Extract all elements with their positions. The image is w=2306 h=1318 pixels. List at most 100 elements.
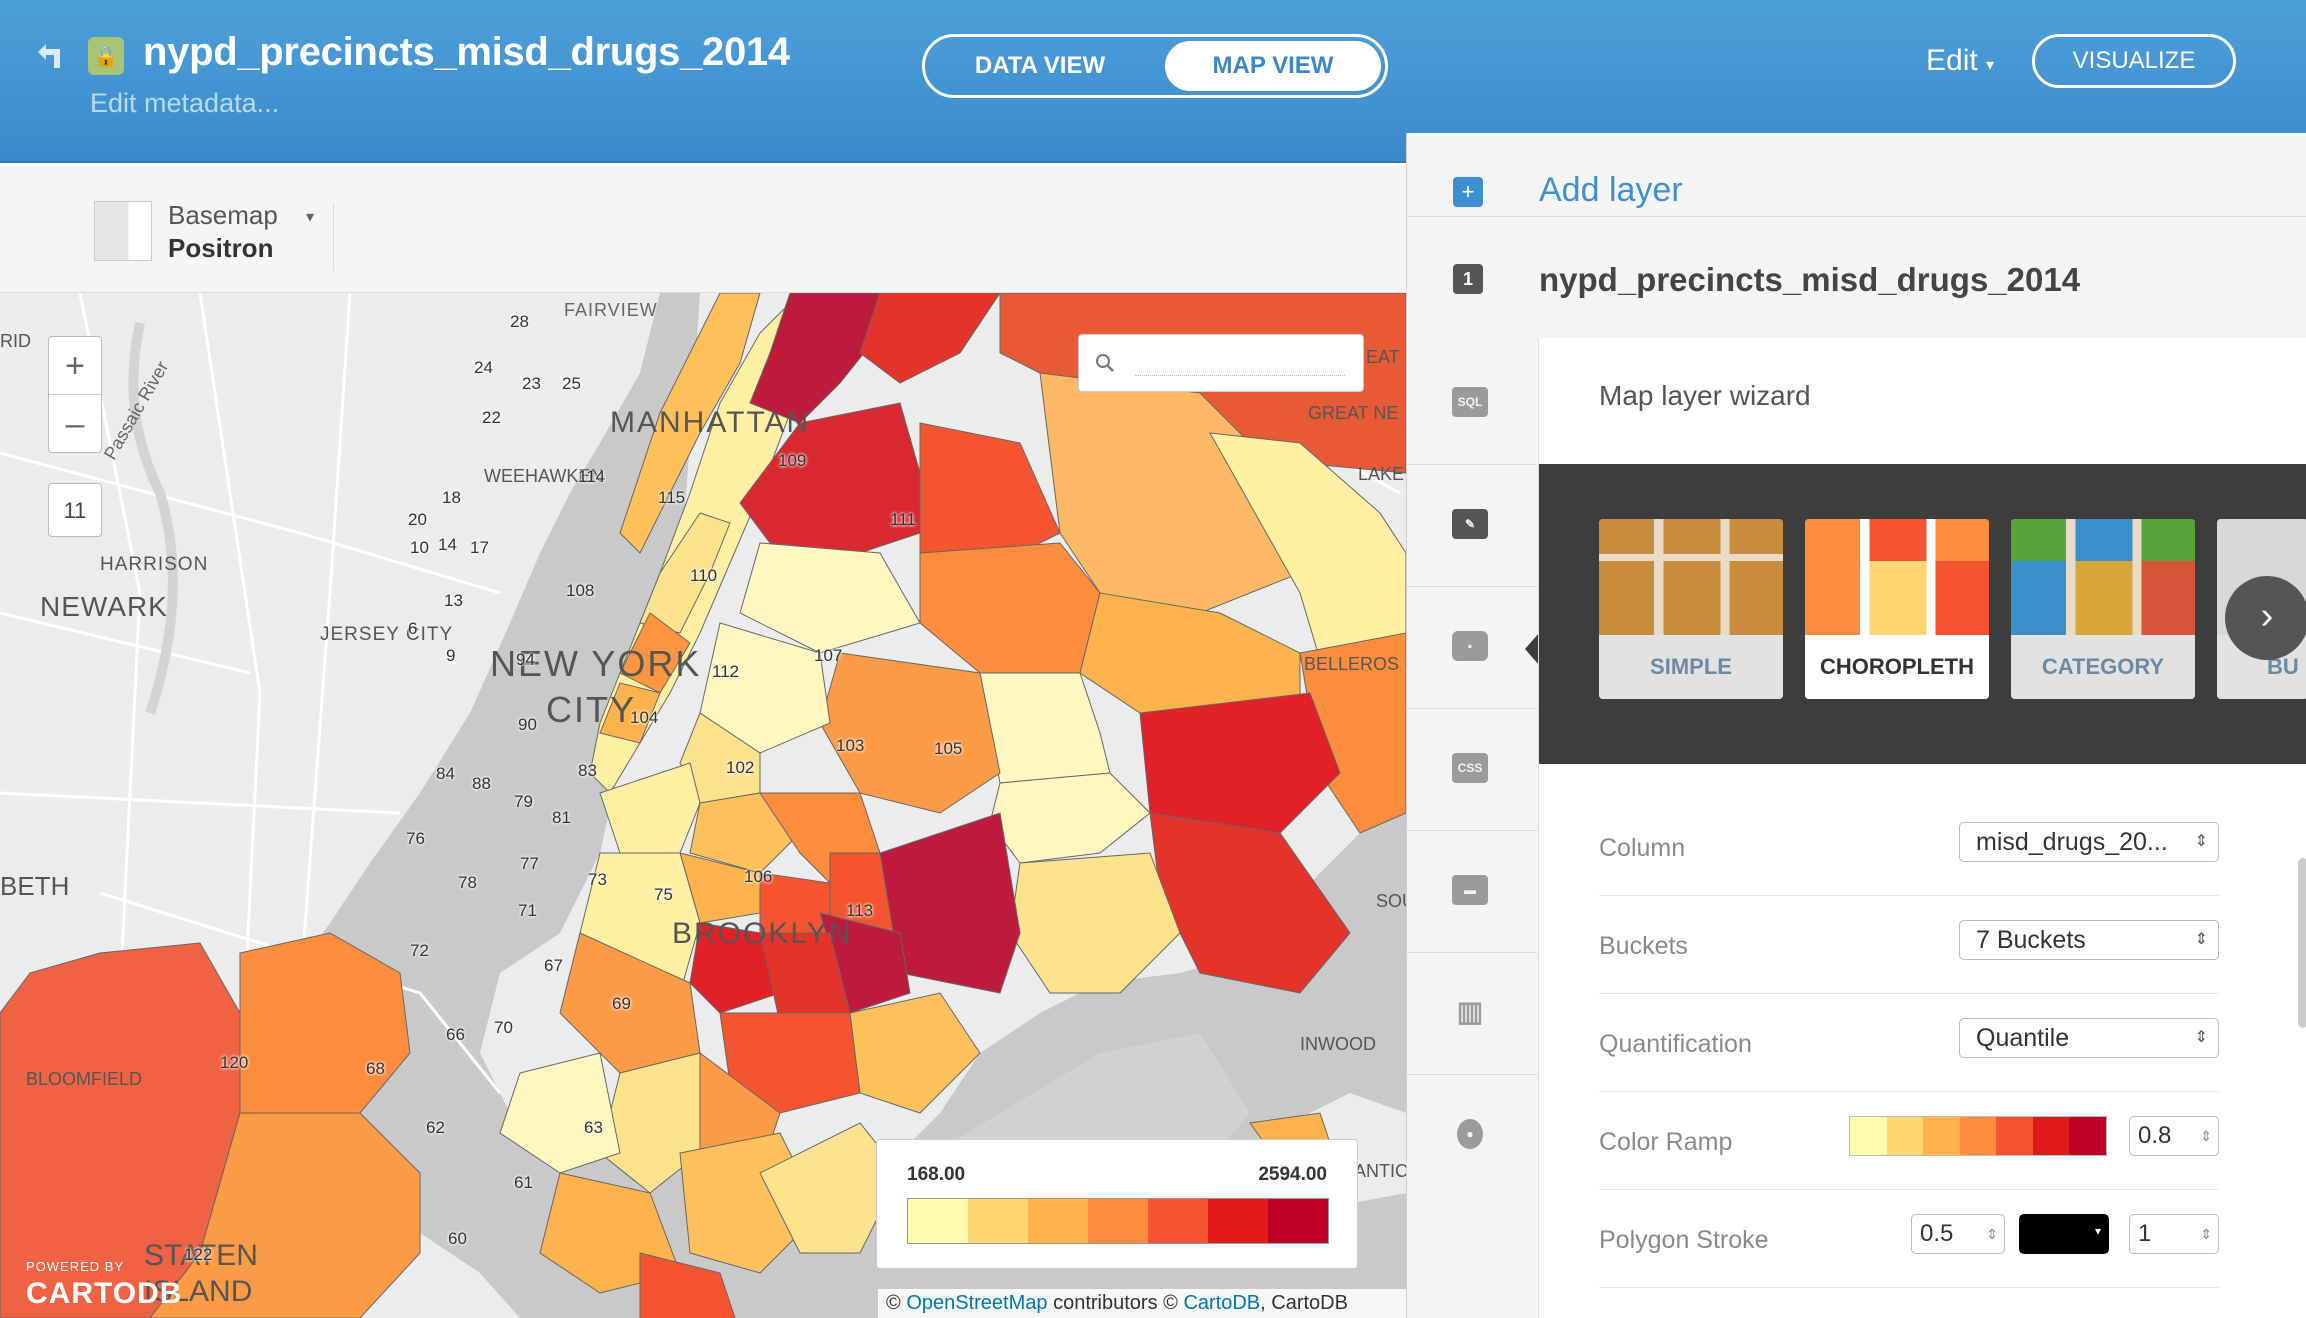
color-swatch xyxy=(1959,1117,1997,1155)
precinct-label: 20 xyxy=(408,510,427,529)
precinct-label: 109 xyxy=(778,451,807,471)
edit-metadata-link[interactable]: Edit metadata... xyxy=(90,88,279,119)
wizard-type-simple[interactable]: SIMPLE xyxy=(1599,519,1783,699)
ramp-opacity-input[interactable]: 0.8 xyxy=(2129,1116,2219,1156)
tool-rail: SQL ✎ ▪ CSS ▬ ▥ ● xyxy=(1407,343,1537,1318)
precinct-label: 76 xyxy=(406,829,425,849)
map-layer-wizard: Map layer wizard SIMPLE CHOROPLETH CATEG… xyxy=(1538,338,2306,1318)
search-icon xyxy=(1096,354,1114,372)
color-ramp-picker[interactable] xyxy=(1849,1116,2107,1156)
attribution-copy: © xyxy=(886,1292,901,1314)
place-label: INWOOD xyxy=(1300,1034,1376,1054)
active-tab-pointer xyxy=(1525,633,1539,665)
edit-menu[interactable]: Edit ▾ xyxy=(1926,44,1994,78)
filters-tab[interactable]: ▥ xyxy=(1407,953,1537,1075)
column-select[interactable]: misd_drugs_20... xyxy=(1959,822,2219,862)
precinct-label: 28 xyxy=(510,311,529,331)
stroke-opacity-input[interactable]: 1 xyxy=(2129,1214,2219,1254)
buckets-select[interactable]: 7 Buckets xyxy=(1959,920,2219,960)
precinct-label: 66 xyxy=(446,1024,465,1044)
chevron-down-icon: ▾ xyxy=(1986,57,1995,74)
precinct-label: 115 xyxy=(658,488,686,508)
column-row: Column misd_drugs_20... xyxy=(1599,798,2219,896)
place-label: FAIRVIEW xyxy=(564,300,658,320)
wizard-type-category[interactable]: CATEGORY xyxy=(2011,519,2195,699)
quantification-label: Quantification xyxy=(1599,1030,1752,1058)
precinct-label: 84 xyxy=(436,764,455,784)
place-label: CITY xyxy=(546,689,637,730)
precinct-label: 13 xyxy=(444,590,463,610)
place-label: BROOKLYN xyxy=(672,917,853,950)
precinct-label: 111 xyxy=(890,510,916,529)
stroke-color-picker[interactable]: ▾ xyxy=(2019,1214,2109,1254)
zoom-out-button[interactable]: – xyxy=(49,395,101,453)
basemap-label[interactable]: Basemap xyxy=(168,200,278,231)
precinct-label: 14 xyxy=(438,534,457,554)
map-toolbar: Basemap Positron ▾ xyxy=(0,165,1406,293)
data-view-button[interactable]: DATA VIEW xyxy=(929,41,1151,91)
zoom-in-button[interactable]: + xyxy=(49,337,101,395)
place-label: LAKE xyxy=(1358,464,1405,484)
place-label: MANHATTAN xyxy=(610,406,811,439)
place-label: EAT xyxy=(1366,347,1400,367)
wizard-type-choropleth[interactable]: CHOROPLETH xyxy=(1805,519,1989,699)
tooltip-tab[interactable]: ● xyxy=(1407,1075,1537,1197)
buckets-label: Buckets xyxy=(1599,932,1688,960)
precinct-label: 67 xyxy=(544,956,563,976)
place-label: BETH xyxy=(0,871,70,901)
color-swatch xyxy=(2069,1117,2107,1155)
zoom-level: 11 xyxy=(48,483,102,537)
column-label: Column xyxy=(1599,834,1686,862)
map-search-input[interactable] xyxy=(1078,334,1364,392)
wizard-tab[interactable]: ✎ xyxy=(1407,465,1537,587)
basemap-value[interactable]: Positron xyxy=(168,233,273,264)
basemap-thumbnail[interactable] xyxy=(94,201,152,261)
lock-icon[interactable]: 🔒 xyxy=(88,37,124,75)
precinct-label: 63 xyxy=(584,1117,603,1137)
precinct-label: 88 xyxy=(472,773,491,793)
color-swatch xyxy=(1268,1199,1328,1243)
add-layer-link[interactable]: Add layer xyxy=(1539,171,1683,210)
cartodb-link[interactable]: CartoDB xyxy=(1183,1292,1260,1314)
place-label: BELLEROS xyxy=(1304,654,1400,674)
infowindow-tab[interactable]: ▪ xyxy=(1407,587,1537,709)
legend-tab[interactable]: ▬ xyxy=(1407,831,1537,953)
precinct-label: 114 xyxy=(578,466,606,486)
add-layer-bar[interactable]: + Add layer xyxy=(1407,133,2306,217)
panel-scrollbar[interactable] xyxy=(2298,858,2306,1028)
infowindow-icon: ▪ xyxy=(1452,631,1488,661)
precinct-label: 106 xyxy=(744,866,773,886)
plus-icon[interactable]: + xyxy=(1453,177,1483,207)
sql-tab[interactable]: SQL xyxy=(1407,343,1537,465)
chevron-right-icon[interactable]: › xyxy=(2225,576,2306,660)
color-ramp-row: Color Ramp 0.8 xyxy=(1599,1092,2219,1190)
layer-name[interactable]: nypd_precincts_misd_drugs_2014 xyxy=(1539,261,2080,299)
wizard-icon: ✎ xyxy=(1452,509,1488,539)
zoom-control: + – xyxy=(48,336,102,453)
quantification-row: Quantification Quantile xyxy=(1599,994,2219,1092)
map-canvas[interactable]: FAIRVIEW MANHATTAN WEEHAWKEN HARRISON NE… xyxy=(0,293,1406,1318)
dataset-title[interactable]: nypd_precincts_misd_drugs_2014 xyxy=(143,30,790,75)
place-label: ANTIC xyxy=(1354,1161,1406,1181)
color-swatch xyxy=(1148,1199,1208,1243)
map-attribution: © OpenStreetMap contributors © CartoDB, … xyxy=(878,1289,1406,1318)
wizard-type-label: SIMPLE xyxy=(1599,635,1783,699)
quantification-select[interactable]: Quantile xyxy=(1959,1018,2219,1058)
map-view-button[interactable]: MAP VIEW xyxy=(1165,41,1381,91)
css-tab[interactable]: CSS xyxy=(1407,709,1537,831)
css-icon: CSS xyxy=(1452,753,1488,783)
back-arrow-icon[interactable] xyxy=(32,38,66,72)
choropleth-thumbnail xyxy=(1805,519,1989,635)
precinct-label: 122 xyxy=(184,1244,213,1264)
place-label: HARRISON xyxy=(100,554,209,575)
precinct-label: 6 xyxy=(408,618,418,638)
chevron-down-icon[interactable]: ▾ xyxy=(306,207,314,227)
powered-by-label: POWERED BY xyxy=(26,1259,125,1274)
precinct-label: 104 xyxy=(630,708,659,728)
precinct-label: 77 xyxy=(520,854,539,874)
visualize-button[interactable]: VISUALIZE xyxy=(2032,34,2236,88)
legend-max: 2594.00 xyxy=(1258,1164,1327,1185)
precinct-label: 107 xyxy=(814,646,843,666)
stroke-width-input[interactable]: 0.5 xyxy=(1911,1214,2005,1254)
osm-link[interactable]: OpenStreetMap xyxy=(906,1292,1047,1314)
